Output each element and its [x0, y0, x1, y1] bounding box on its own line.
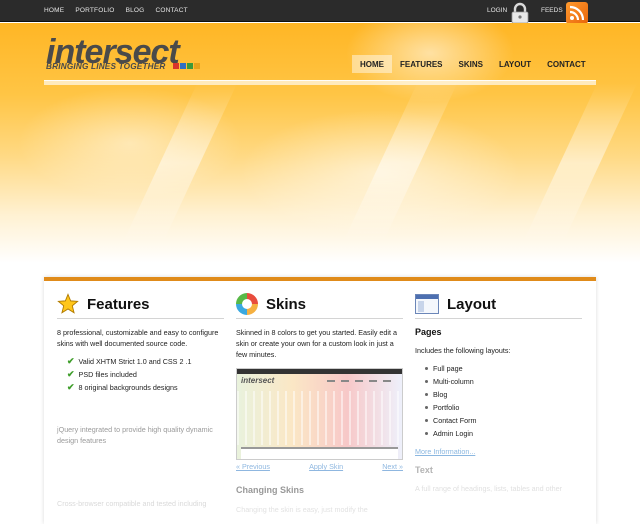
palette-icon — [236, 293, 258, 315]
pages-title: Pages — [415, 327, 442, 337]
top-bar: HOME PORTFOLIO BLOG CONTACT LOGIN FEEDS — [0, 0, 640, 24]
more-information-link[interactable]: More Information... — [415, 447, 582, 456]
logo-square-blue — [180, 63, 186, 69]
header-divider — [44, 80, 596, 85]
logo-square-yellow — [194, 63, 200, 69]
list-item: Full page — [425, 362, 582, 375]
rss-icon[interactable] — [566, 2, 588, 24]
preview-stripes — [237, 391, 402, 445]
top-link-blog[interactable]: BLOG — [126, 7, 145, 14]
check-icon: ✔ — [67, 369, 75, 379]
skins-column: Skins Skinned in 8 colors to get you sta… — [236, 293, 403, 514]
nav-contact[interactable]: CONTACT — [539, 55, 594, 73]
content-panel: Features 8 professional, customizable an… — [44, 277, 596, 524]
list-item: Contact Form — [425, 414, 582, 427]
apply-skin-link[interactable]: Apply Skin — [309, 462, 343, 471]
changing-skins-text: Changing the skin is easy, just modify t… — [236, 505, 368, 514]
list-item: Blog — [425, 388, 582, 401]
skin-controls: « Previous Apply Skin Next » — [236, 462, 403, 471]
logo-squares — [173, 63, 200, 69]
preview-panel — [241, 447, 398, 459]
hero-streak — [122, 83, 238, 243]
site-tagline: BRINGING LINES TOGETHER — [46, 62, 166, 71]
list-item: ✔ Valid XHTM Strict 1.0 and CSS 2 .1 — [67, 355, 224, 368]
list-item: Portfolio — [425, 401, 582, 414]
features-intro: 8 professional, customizable and easy to… — [57, 328, 219, 348]
list-item: ✔ PSD files included — [67, 368, 224, 381]
skins-title: Skins — [266, 295, 307, 313]
skin-preview[interactable]: intersect — [236, 368, 403, 460]
list-item: Multi-column — [425, 375, 582, 388]
list-item: ✔ 8 original backgrounds designs — [67, 381, 224, 394]
nav-layout[interactable]: LAYOUT — [491, 55, 539, 73]
top-link-home[interactable]: HOME — [44, 7, 64, 14]
logo-square-red — [173, 63, 179, 69]
features-check-list: ✔ Valid XHTM Strict 1.0 and CSS 2 .1 ✔ PSD… — [57, 355, 224, 394]
pages-intro: Includes the following layouts: — [415, 346, 511, 355]
text-title: Text — [415, 465, 433, 475]
features-column: Features 8 professional, customizable an… — [57, 293, 224, 509]
previous-skin-link[interactable]: « Previous — [236, 462, 270, 471]
feeds-link[interactable]: FEEDS — [541, 7, 563, 14]
skins-header: Skins — [236, 293, 403, 319]
layout-title: Layout — [447, 295, 497, 313]
star-icon — [57, 293, 79, 314]
features-header: Features — [57, 293, 224, 319]
check-icon: ✔ — [67, 382, 75, 392]
top-link-portfolio[interactable]: PORTFOLIO — [75, 7, 114, 14]
nav-features[interactable]: FEATURES — [392, 55, 451, 73]
check-icon: ✔ — [67, 356, 75, 366]
next-skin-link[interactable]: Next » — [382, 462, 403, 471]
list-item: Admin Login — [425, 427, 582, 440]
changing-skins-title: Changing Skins — [236, 485, 305, 495]
text-faint: A full range of headings, lists, tables … — [415, 484, 563, 493]
features-title: Features — [87, 295, 150, 313]
layout-column: Layout Pages Includes the following layo… — [415, 293, 582, 494]
hero-streak — [522, 83, 638, 243]
preview-topbar — [237, 369, 402, 374]
main-nav: HOME FEATURES SKINS LAYOUT CONTACT — [352, 55, 594, 73]
check-text: PSD files included — [78, 370, 137, 379]
features-faint: Cross-browser compatible and tested incl… — [57, 499, 207, 508]
pages-list: Full page Multi-column Blog Portfolio Co… — [415, 362, 582, 440]
top-nav: HOME PORTFOLIO BLOG CONTACT — [44, 7, 188, 14]
logo-square-green — [187, 63, 193, 69]
check-text: 8 original backgrounds designs — [78, 383, 178, 392]
skins-intro: Skinned in 8 colors to get you started. … — [236, 328, 398, 359]
hero-streak — [342, 83, 458, 243]
preview-logo: intersect — [241, 376, 275, 385]
check-text: Valid XHTM Strict 1.0 and CSS 2 .1 — [78, 357, 192, 366]
nav-home[interactable]: HOME — [352, 55, 392, 73]
features-extra: jQuery integrated to provide high qualit… — [57, 425, 213, 445]
preview-nav — [327, 380, 391, 382]
lock-icon[interactable] — [510, 2, 530, 24]
layout-icon — [415, 294, 439, 314]
login-link[interactable]: LOGIN — [487, 7, 507, 14]
nav-skins[interactable]: SKINS — [451, 55, 491, 73]
top-link-contact[interactable]: CONTACT — [155, 7, 187, 14]
layout-header: Layout — [415, 293, 582, 319]
